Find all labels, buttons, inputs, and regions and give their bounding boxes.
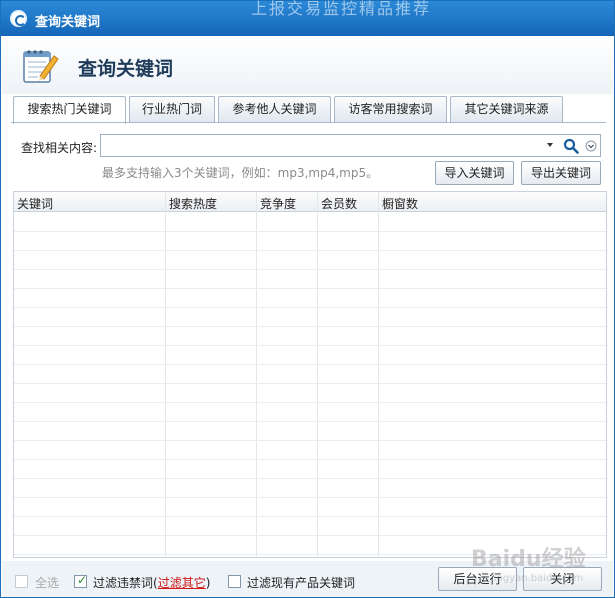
tab-divider bbox=[11, 122, 606, 123]
row-divider bbox=[14, 459, 606, 460]
checkmark-icon: ✓ bbox=[77, 573, 88, 587]
row-divider bbox=[14, 231, 606, 232]
row-divider bbox=[14, 345, 606, 346]
keyword-query-window: 查询关键词 上报交易监控精品推荐 查询关键词 搜索热门关键词 行业热门词 参考他… bbox=[0, 0, 615, 598]
column-header-showcase[interactable]: 橱窗数 bbox=[382, 195, 418, 212]
select-all-checkbox[interactable] bbox=[15, 575, 28, 588]
window-title: 查询关键词 bbox=[35, 15, 101, 30]
filter-banned-close-paren: ) bbox=[205, 576, 211, 590]
row-divider bbox=[14, 516, 606, 517]
row-divider bbox=[14, 383, 606, 384]
tab-reference-others-keywords[interactable]: 参考他人关键词 bbox=[218, 96, 331, 123]
row-divider bbox=[14, 421, 606, 422]
row-divider bbox=[14, 402, 606, 403]
column-divider bbox=[256, 192, 257, 557]
filter-existing-products-checkbox[interactable] bbox=[228, 575, 241, 588]
filter-banned-label: 过滤违禁词(过滤其它) bbox=[93, 574, 210, 591]
keyword-table: 关键词 搜索热度 竞争度 会员数 橱窗数 bbox=[13, 191, 607, 558]
watermark-subtext: jingyan.baidu.com bbox=[491, 573, 584, 584]
search-hint: 最多支持输入3个关键词，例如：mp3,mp4,mp5。 bbox=[102, 166, 379, 180]
row-divider bbox=[14, 535, 606, 536]
search-input[interactable] bbox=[105, 137, 535, 154]
search-icon[interactable] bbox=[563, 138, 579, 154]
import-keywords-button[interactable]: 导入关键词 bbox=[435, 161, 514, 185]
row-divider bbox=[14, 307, 606, 308]
tab-other-keyword-sources[interactable]: 其它关键词来源 bbox=[450, 96, 563, 123]
row-divider bbox=[14, 288, 606, 289]
row-divider bbox=[14, 269, 606, 270]
tab-strip: 搜索热门关键词 行业热门词 参考他人关键词 访客常用搜索词 其它关键词来源 bbox=[13, 96, 603, 124]
column-divider bbox=[378, 192, 379, 557]
filter-banned-checkbox[interactable]: ✓ bbox=[74, 573, 88, 588]
dialog-header: 查询关键词 bbox=[2, 36, 613, 94]
filter-other-link[interactable]: 过滤其它 bbox=[158, 576, 206, 590]
notepad-pencil-icon bbox=[23, 50, 59, 83]
row-divider bbox=[14, 326, 606, 327]
table-header: 关键词 搜索热度 竞争度 会员数 橱窗数 bbox=[14, 192, 606, 212]
row-divider bbox=[14, 364, 606, 365]
tab-hot-search-keywords[interactable]: 搜索热门关键词 bbox=[13, 96, 126, 124]
header-title: 查询关键词 bbox=[78, 58, 174, 80]
export-keywords-button[interactable]: 导出关键词 bbox=[521, 161, 601, 185]
filter-banned-text: 过滤违禁词( bbox=[93, 576, 158, 590]
column-header-keyword[interactable]: 关键词 bbox=[17, 195, 53, 212]
select-all-label: 全选 bbox=[35, 576, 60, 590]
column-header-members[interactable]: 会员数 bbox=[321, 195, 357, 212]
row-divider bbox=[14, 250, 606, 251]
row-divider bbox=[14, 497, 606, 498]
background-banner-text: 上报交易监控精品推荐 bbox=[251, 0, 432, 18]
title-bar[interactable]: 查询关键词 上报交易监控精品推荐 bbox=[1, 0, 614, 36]
watermark-text: Baidu经验 bbox=[471, 547, 586, 572]
chevron-down-icon[interactable] bbox=[585, 140, 597, 152]
column-header-search-heat[interactable]: 搜索热度 bbox=[169, 195, 217, 212]
baidu-watermark: Baidu经验 jingyan.baidu.com bbox=[471, 541, 611, 591]
search-combobox[interactable] bbox=[100, 134, 601, 157]
search-label: 查找相关内容: bbox=[21, 141, 98, 155]
tab-visitor-search-words[interactable]: 访客常用搜索词 bbox=[334, 96, 447, 123]
column-divider bbox=[165, 192, 166, 557]
app-logo-icon bbox=[10, 10, 27, 27]
filter-existing-products-label: 过滤现有产品关键词 bbox=[247, 576, 356, 590]
row-divider bbox=[14, 440, 606, 441]
column-divider bbox=[317, 192, 318, 557]
column-header-competition[interactable]: 竞争度 bbox=[260, 195, 296, 212]
row-divider bbox=[14, 478, 606, 479]
tab-industry-hot-words[interactable]: 行业热门词 bbox=[129, 96, 215, 123]
dropdown-arrow-icon[interactable] bbox=[547, 143, 553, 147]
